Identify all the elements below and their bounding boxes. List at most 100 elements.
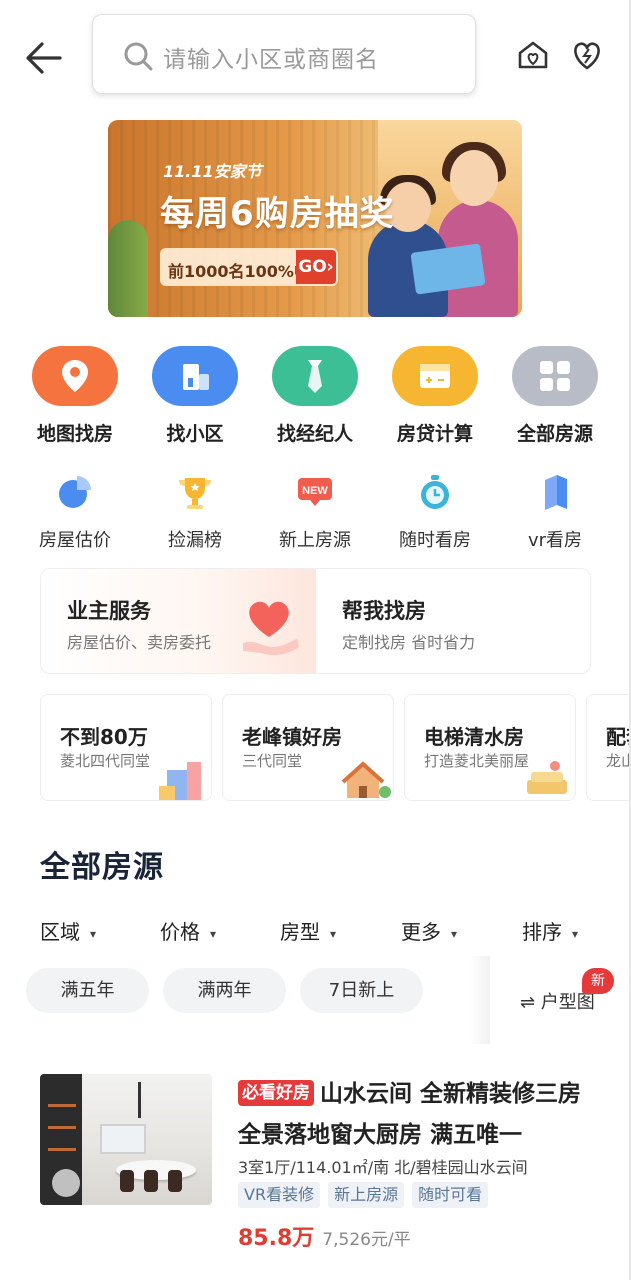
search-placeholder: 请输入小区或商圈名 [163, 47, 379, 73]
listing-card[interactable]: 必看好房 山水云间 全新精装修三房 全景落地窗大厨房 满五唯一 3室1厅/114.… [40, 1074, 600, 1254]
chevron-down-icon: ▾ [210, 926, 217, 941]
listing-title[interactable]: 必看好房 山水云间 全新精装修三房 全景落地窗大厨房 满五唯一 [238, 1074, 598, 1156]
photo-chair [120, 1170, 134, 1192]
grid-icon [512, 346, 598, 406]
subnav-label: vr看房 [527, 530, 583, 551]
main-nav: 地图找房 找小区 找经纪人 房贷计算 全部房源 [0, 346, 631, 446]
unit-price: 7,526元/平 [322, 1230, 411, 1250]
trophy-icon [179, 478, 211, 509]
theme-subtitle: 菱北四代同堂 [60, 752, 151, 770]
filter-label: 房型 [280, 920, 320, 944]
filter-sort[interactable]: 排序 ▾ [522, 916, 578, 945]
filter-label: 排序 [522, 920, 562, 944]
new-badge-icon: NEW [298, 478, 332, 506]
chip-five-years[interactable]: 满五年 [26, 968, 149, 1013]
filter-district[interactable]: 区域 ▾ [40, 916, 96, 945]
map-pin-icon [32, 346, 118, 406]
heart-bolt-icon[interactable] [570, 38, 604, 72]
sofa-illustration-icon [527, 761, 567, 794]
service-panel: 业主服务 房屋估价、卖房委托 帮我找房 定制找房 省时省力 [40, 568, 591, 674]
chip-two-years[interactable]: 满两年 [163, 968, 286, 1013]
stopwatch-icon [421, 475, 449, 509]
chip-new-7-days[interactable]: 7日新上 [300, 968, 423, 1013]
banner-promo-pill: 前1000名100%中奖 GO› [160, 248, 338, 286]
subnav-new-listings[interactable]: NEW 新上房源 [255, 472, 375, 552]
filter-price[interactable]: 价格 ▾ [160, 916, 216, 945]
help-find-subtitle: 定制找房 省时省力 [342, 633, 476, 652]
banner-go-button[interactable]: GO› [296, 250, 336, 284]
photo-chair [144, 1170, 158, 1192]
must-see-badge: 必看好房 [238, 1080, 314, 1106]
woman-face-illustration [450, 150, 498, 206]
banner-title: 每周6购房抽奖 [160, 194, 395, 234]
photo-lamp [138, 1082, 141, 1118]
building-icon [152, 346, 238, 406]
agent-tie-icon [272, 346, 358, 406]
plant-illustration [108, 220, 148, 317]
subnav-anytime-viewing[interactable]: 随时看房 [375, 472, 495, 552]
listing-photo[interactable] [40, 1074, 212, 1205]
subnav-label: 房屋估价 [39, 530, 111, 551]
nav-label: 全部房源 [516, 423, 593, 445]
promo-banner[interactable]: 11.11安家节 每周6购房抽奖 前1000名100%中奖 GO› [108, 120, 522, 317]
nav-map-search[interactable]: 地图找房 [15, 346, 135, 446]
chevron-down-icon: ▾ [572, 926, 579, 941]
theme-subtitle: 龙山 [606, 752, 631, 770]
theme-carousel: 不到80万 菱北四代同堂 老峰镇好房 三代同堂 电梯清水房 打造菱北美丽屋 配套… [40, 694, 631, 802]
top-bar: 请输入小区或商圈名 [0, 0, 631, 110]
banner-tag: 11.11安家节 [163, 162, 262, 181]
sub-nav: 房屋估价 捡漏榜 NEW 新上房源 随时看房 vr看房 [0, 472, 631, 552]
nav-find-agent[interactable]: 找经纪人 [255, 346, 375, 446]
back-arrow-icon[interactable] [22, 38, 66, 78]
chevron-down-icon: ▾ [330, 926, 337, 941]
photo-shelf [48, 1104, 76, 1107]
house-illustration-icon [341, 761, 391, 798]
photo-window [100, 1124, 146, 1154]
listing-tags: VR看装修 新上房源 随时可看 [238, 1182, 496, 1208]
subnav-valuation[interactable]: 房屋估价 [15, 472, 135, 552]
theme-subtitle: 打造菱北美丽屋 [424, 752, 530, 770]
chevron-down-icon: ▾ [451, 926, 458, 941]
photo-shelf [48, 1126, 76, 1129]
filter-more[interactable]: 更多 ▾ [401, 916, 457, 945]
listing-info: 3室1厅/114.01㎡/南 北/碧桂园山水云间 [238, 1158, 528, 1177]
help-find-title[interactable]: 帮我找房 [342, 595, 426, 625]
listing-tag: 新上房源 [328, 1182, 405, 1208]
theme-card[interactable]: 老峰镇好房 三代同堂 [222, 694, 394, 801]
filter-label: 价格 [160, 920, 200, 944]
theme-card[interactable]: 配套 龙山 [586, 694, 631, 801]
theme-card[interactable]: 不到80万 菱北四代同堂 [40, 694, 212, 801]
nav-all-listings[interactable]: 全部房源 [495, 346, 615, 446]
subnav-vr-viewing[interactable]: vr看房 [495, 472, 615, 552]
section-title: 全部房源 [40, 850, 164, 885]
heart-hand-icon [243, 601, 299, 655]
house-heart-icon[interactable] [516, 38, 550, 72]
search-input[interactable]: 请输入小区或商圈名 [92, 14, 476, 94]
theme-title: 老峰镇好房 [242, 725, 342, 749]
nav-label: 房贷计算 [396, 423, 473, 445]
filter-label: 更多 [401, 920, 441, 944]
nav-label: 地图找房 [36, 423, 113, 445]
theme-title: 配套 [606, 725, 631, 749]
listing-tag: VR看装修 [238, 1182, 321, 1208]
chevron-down-icon: ▾ [90, 926, 97, 941]
calculator-icon [392, 346, 478, 406]
nav-label: 找经纪人 [276, 423, 353, 445]
owner-service-card[interactable]: 业主服务 房屋估价、卖房委托 [41, 569, 316, 673]
vr-indicator-icon [52, 1169, 80, 1197]
nav-label: 找小区 [166, 423, 224, 445]
search-icon [124, 42, 153, 71]
nav-mortgage-calc[interactable]: 房贷计算 [375, 346, 495, 446]
filter-layout[interactable]: 房型 ▾ [280, 916, 336, 945]
subnav-label: 新上房源 [279, 530, 351, 551]
theme-subtitle: 三代同堂 [242, 752, 303, 770]
owner-service-subtitle: 房屋估价、卖房委托 [67, 633, 212, 652]
theme-title: 不到80万 [60, 725, 148, 749]
subnav-bargains[interactable]: 捡漏榜 [135, 472, 255, 552]
theme-card[interactable]: 电梯清水房 打造菱北美丽屋 [404, 694, 576, 801]
chip-scroll-fade [470, 956, 490, 1044]
pie-chart-icon [59, 476, 91, 508]
subnav-label: 捡漏榜 [168, 530, 222, 551]
owner-service-title: 业主服务 [67, 599, 151, 623]
nav-find-community[interactable]: 找小区 [135, 346, 255, 446]
